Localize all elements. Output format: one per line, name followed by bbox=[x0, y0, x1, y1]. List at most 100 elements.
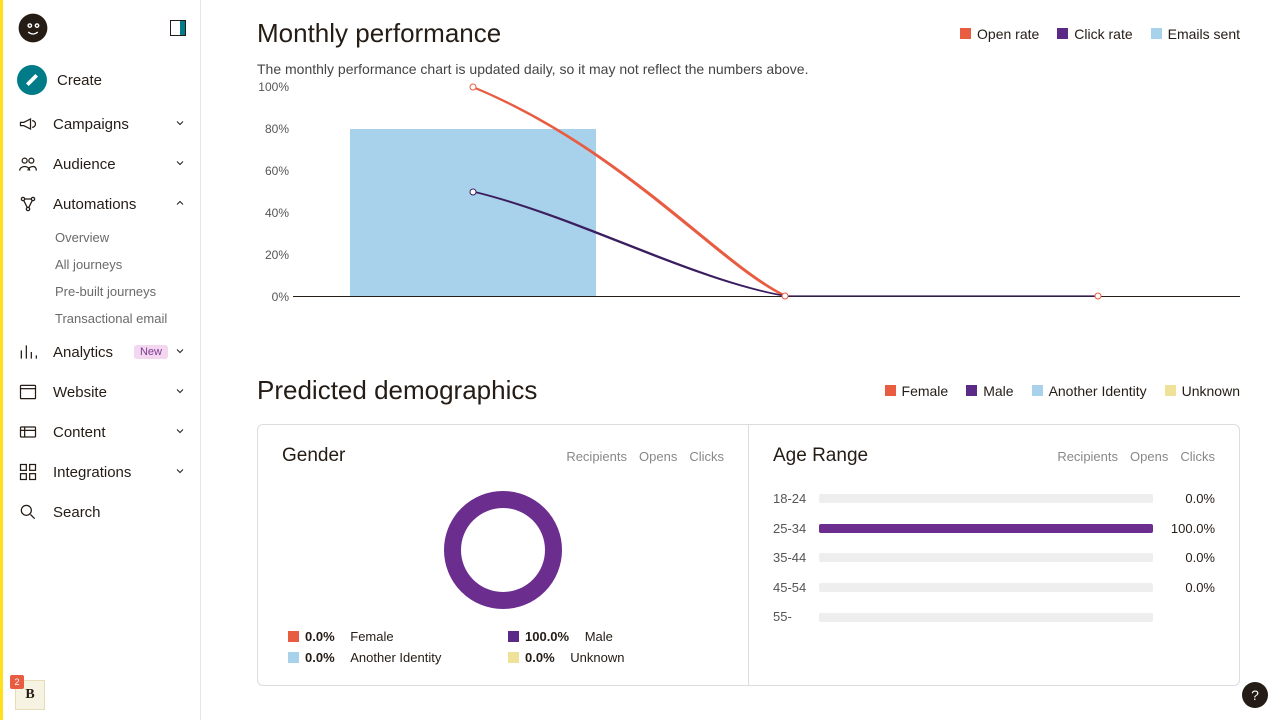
sidebar: Create Campaigns Audience Automations Ov… bbox=[3, 0, 201, 720]
chevron-down-icon bbox=[174, 156, 186, 172]
audience-icon bbox=[17, 153, 39, 175]
sidebar-item-label: Content bbox=[53, 424, 174, 441]
legend-open-rate: Open rate bbox=[960, 26, 1039, 42]
point-open-2 bbox=[782, 293, 789, 300]
sidebar-item-label: Audience bbox=[53, 156, 174, 173]
tab-clicks[interactable]: Clicks bbox=[689, 449, 724, 464]
gl-unknown: 0.0% Unknown bbox=[508, 650, 718, 665]
gl-male: 100.0% Male bbox=[508, 629, 718, 644]
tab-clicks[interactable]: Clicks bbox=[1180, 449, 1215, 464]
brand-logo[interactable] bbox=[17, 12, 49, 44]
sidebar-item-label: Analytics bbox=[53, 344, 134, 361]
bottom-badge-letter: B bbox=[25, 687, 34, 703]
subnav-overview[interactable]: Overview bbox=[55, 224, 200, 251]
content-icon bbox=[17, 421, 39, 443]
age-tabs: Recipients Opens Clicks bbox=[1057, 449, 1215, 464]
legend-another: Another Identity bbox=[1032, 383, 1147, 399]
new-badge: New bbox=[134, 345, 168, 359]
chevron-down-icon bbox=[174, 344, 186, 360]
subnav-transactional-email[interactable]: Transactional email bbox=[55, 305, 200, 332]
tab-opens[interactable]: Opens bbox=[639, 449, 677, 464]
monthly-chart: 100% 80% 60% 40% 20% 0% bbox=[257, 87, 1240, 327]
age-row: 35-44 0.0% bbox=[773, 550, 1215, 566]
gender-tabs: Recipients Opens Clicks bbox=[566, 449, 724, 464]
age-bar bbox=[819, 553, 1153, 562]
main-content: Monthly performance Open rate Click rate… bbox=[201, 0, 1280, 720]
age-card: Age Range Recipients Opens Clicks 18-24 … bbox=[748, 425, 1239, 685]
age-bar bbox=[819, 524, 1153, 533]
ytick: 80% bbox=[265, 122, 289, 136]
legend-click-rate: Click rate bbox=[1057, 26, 1132, 42]
help-button[interactable]: ? bbox=[1242, 682, 1268, 708]
point-open-3 bbox=[1094, 293, 1101, 300]
sidebar-item-analytics[interactable]: Analytics New bbox=[3, 332, 200, 372]
monthly-title: Monthly performance bbox=[257, 18, 501, 49]
subnav-prebuilt-journeys[interactable]: Pre-built journeys bbox=[55, 278, 200, 305]
age-row: 45-54 0.0% bbox=[773, 580, 1215, 596]
age-row: 25-34 100.0% bbox=[773, 521, 1215, 537]
megaphone-icon bbox=[17, 113, 39, 135]
automations-subnav: Overview All journeys Pre-built journeys… bbox=[3, 224, 200, 332]
point-click-1 bbox=[469, 188, 476, 195]
bottom-badge[interactable]: B 2 bbox=[15, 680, 45, 710]
chevron-up-icon bbox=[174, 196, 186, 212]
legend-female: Female bbox=[885, 383, 949, 399]
automations-icon bbox=[17, 193, 39, 215]
gl-female: 0.0% Female bbox=[288, 629, 498, 644]
chevron-down-icon bbox=[174, 424, 186, 440]
chevron-down-icon bbox=[174, 464, 186, 480]
create-button[interactable]: Create bbox=[3, 56, 200, 104]
age-value: 0.0% bbox=[1165, 580, 1215, 595]
sidebar-item-label: Automations bbox=[53, 196, 174, 213]
age-bar bbox=[819, 613, 1153, 622]
search-icon bbox=[17, 501, 39, 523]
sidebar-item-label: Campaigns bbox=[53, 116, 174, 133]
gender-donut bbox=[444, 491, 562, 609]
subnav-all-journeys[interactable]: All journeys bbox=[55, 251, 200, 278]
chevron-down-icon bbox=[174, 384, 186, 400]
sidebar-item-audience[interactable]: Audience bbox=[3, 144, 200, 184]
gl-another: 0.0% Another Identity bbox=[288, 650, 498, 665]
age-value: 100.0% bbox=[1165, 521, 1215, 536]
gender-card: Gender Recipients Opens Clicks 0.0% Fema… bbox=[258, 425, 748, 685]
ytick: 60% bbox=[265, 164, 289, 178]
point-open-1 bbox=[469, 84, 476, 91]
age-label: 35-44 bbox=[773, 550, 807, 566]
collapse-sidebar-icon[interactable] bbox=[170, 20, 186, 36]
age-label: 25-34 bbox=[773, 521, 807, 537]
age-bar bbox=[819, 494, 1153, 503]
website-icon bbox=[17, 381, 39, 403]
sidebar-item-label: Integrations bbox=[53, 464, 174, 481]
line-open-rate bbox=[473, 87, 1098, 296]
create-label: Create bbox=[57, 72, 186, 89]
sidebar-item-integrations[interactable]: Integrations bbox=[3, 452, 200, 492]
sidebar-item-content[interactable]: Content bbox=[3, 412, 200, 452]
legend-emails-sent: Emails sent bbox=[1151, 26, 1240, 42]
demographics-legend: Female Male Another Identity Unknown bbox=[885, 383, 1240, 399]
sidebar-item-search[interactable]: Search bbox=[3, 492, 200, 532]
age-label: 55- bbox=[773, 609, 807, 625]
demographics-title: Predicted demographics bbox=[257, 375, 537, 406]
sidebar-item-campaigns[interactable]: Campaigns bbox=[3, 104, 200, 144]
age-row: 55- bbox=[773, 609, 1215, 625]
tab-recipients[interactable]: Recipients bbox=[1057, 449, 1118, 464]
chevron-down-icon bbox=[174, 116, 186, 132]
sidebar-item-label: Search bbox=[53, 504, 186, 521]
monthly-note: The monthly performance chart is updated… bbox=[257, 61, 1240, 77]
age-value: 0.0% bbox=[1165, 550, 1215, 565]
gender-title: Gender bbox=[282, 445, 345, 467]
monthly-legend: Open rate Click rate Emails sent bbox=[960, 26, 1240, 42]
tab-recipients[interactable]: Recipients bbox=[566, 449, 627, 464]
ytick: 100% bbox=[258, 80, 289, 94]
sidebar-item-automations[interactable]: Automations bbox=[3, 184, 200, 224]
analytics-icon bbox=[17, 341, 39, 363]
legend-unknown: Unknown bbox=[1165, 383, 1240, 399]
age-value: 0.0% bbox=[1165, 491, 1215, 506]
tab-opens[interactable]: Opens bbox=[1130, 449, 1168, 464]
legend-male: Male bbox=[966, 383, 1013, 399]
ytick: 20% bbox=[265, 248, 289, 262]
sidebar-item-website[interactable]: Website bbox=[3, 372, 200, 412]
age-label: 18-24 bbox=[773, 491, 807, 507]
sidebar-item-label: Website bbox=[53, 384, 174, 401]
age-row: 18-24 0.0% bbox=[773, 491, 1215, 507]
